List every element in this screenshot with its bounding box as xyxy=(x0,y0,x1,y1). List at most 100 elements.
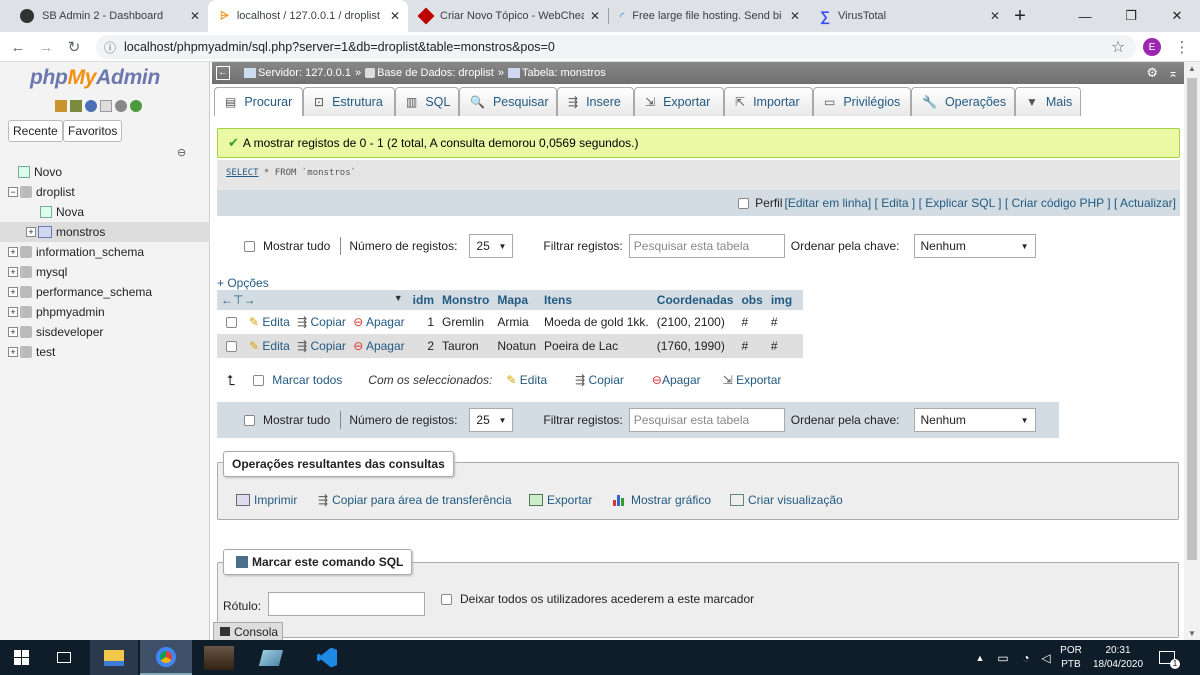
recent-button[interactable]: Recente xyxy=(8,120,63,142)
create-view-link[interactable]: Criar visualização xyxy=(730,493,843,507)
sql-action-links[interactable]: [Editar em linha] [ Edita ] [ Explicar S… xyxy=(785,196,1177,210)
tab-privileges[interactable]: ▭ Privilégios xyxy=(813,87,911,116)
close-icon[interactable]: ✕ xyxy=(990,9,1000,23)
close-icon[interactable]: ✕ xyxy=(390,9,400,23)
tray-expand-icon[interactable]: ▲ xyxy=(972,640,988,675)
tab-structure[interactable]: ⊡ Estrutura xyxy=(303,87,395,116)
cell-monstro[interactable]: Gremlin xyxy=(438,310,494,334)
collapse-panel-icon[interactable]: ← xyxy=(216,66,230,80)
close-window-button[interactable]: ✕ xyxy=(1154,0,1200,32)
tab-browse[interactable]: ▤ Procurar xyxy=(214,87,303,116)
vscode-icon[interactable] xyxy=(302,640,352,675)
expand-icon[interactable]: + xyxy=(26,227,36,237)
file-explorer-icon[interactable] xyxy=(90,640,138,675)
tree-item-performance-schema[interactable]: + performance_schema xyxy=(0,282,210,302)
cell-obs[interactable]: # xyxy=(737,310,767,334)
tree-item-test[interactable]: + test xyxy=(0,342,210,362)
bulk-copy-button[interactable]: ⇶ Copiar xyxy=(575,373,624,387)
expand-icon[interactable]: + xyxy=(8,307,18,317)
sql-keyword-select[interactable]: SELECT xyxy=(226,168,259,178)
browser-tab[interactable]: ◜ Free large file hosting. Send bi ✕ xyxy=(608,0,808,32)
options-link[interactable]: + Opções xyxy=(217,276,269,290)
star-icon[interactable]: ☆ xyxy=(1108,37,1128,57)
tree-item-new[interactable]: Novo xyxy=(0,162,210,182)
scrollbar[interactable]: ▲ ▼ xyxy=(1184,62,1200,640)
link-icon[interactable]: ⊖ xyxy=(177,146,186,159)
tree-item-mysql[interactable]: + mysql xyxy=(0,262,210,282)
tree-item-new-table[interactable]: Nova xyxy=(0,202,210,222)
copy-row-button[interactable]: ⇶ Copiar xyxy=(297,339,346,353)
notes-app-icon[interactable] xyxy=(246,640,296,675)
wifi-icon[interactable]: ◔ xyxy=(1016,640,1036,675)
check-all-checkbox[interactable] xyxy=(253,374,265,386)
minimize-button[interactable]: — xyxy=(1062,0,1108,32)
bulk-export-button[interactable]: ⇲ Exportar xyxy=(723,373,782,387)
menu-icon[interactable]: ⋮ xyxy=(1172,37,1192,57)
profile-checkbox[interactable] xyxy=(738,197,750,209)
expand-icon[interactable]: + xyxy=(8,267,18,277)
row-checkbox[interactable] xyxy=(226,341,237,353)
edit-row-button[interactable]: ✎ Edita xyxy=(249,315,290,329)
copy-row-button[interactable]: ⇶ Copiar xyxy=(297,315,346,329)
column-header[interactable]: Coordenadas xyxy=(652,290,738,310)
edit-row-button[interactable]: ✎ Edita xyxy=(249,339,290,353)
rows-select[interactable]: 25 ▼ xyxy=(469,408,514,432)
game-app-icon[interactable] xyxy=(194,640,244,675)
row-checkbox[interactable] xyxy=(226,317,237,329)
tab-import[interactable]: ⇱ Importar xyxy=(724,87,813,116)
url-input[interactable]: ⓘ localhost/phpmyadmin/sql.php?server=1&… xyxy=(96,35,1136,59)
cell-itens[interactable]: Moeda de gold 1kk. xyxy=(540,310,653,334)
scroll-down-icon[interactable]: ▼ xyxy=(1188,629,1196,638)
new-tab-button[interactable]: + xyxy=(1000,0,1040,32)
reload-icon[interactable]: ↻ xyxy=(64,37,84,57)
clock[interactable]: 20:31 18/04/2020 xyxy=(1088,640,1148,675)
expand-icon[interactable]: + xyxy=(8,287,18,297)
sort-select[interactable]: Nenhum ▼ xyxy=(913,234,1036,258)
home-icon[interactable] xyxy=(55,100,67,112)
close-icon[interactable]: ✕ xyxy=(590,9,600,23)
column-header[interactable]: img xyxy=(766,290,803,310)
delete-row-button[interactable]: ⊖ Apagar xyxy=(353,315,404,329)
rows-select[interactable]: 25 ▼ xyxy=(469,234,514,258)
share-bookmark-checkbox[interactable] xyxy=(441,593,452,605)
column-header[interactable]: Mapa xyxy=(493,290,541,310)
scroll-thumb[interactable] xyxy=(1187,78,1197,560)
browser-tab[interactable]: ∑ VirusTotal ✕ xyxy=(808,0,1008,32)
show-all-checkbox[interactable] xyxy=(244,414,255,426)
cell-img[interactable]: # xyxy=(766,334,803,358)
show-all-checkbox[interactable] xyxy=(244,240,255,252)
breadcrumb-server[interactable]: Servidor: 127.0.0.1 xyxy=(258,67,351,79)
sort-select[interactable]: Nenhum ▼ xyxy=(913,408,1036,432)
column-header[interactable]: Itens xyxy=(540,290,653,310)
cell-img[interactable]: # xyxy=(766,310,803,334)
maximize-button[interactable]: ❐ xyxy=(1108,0,1154,32)
task-view-icon[interactable] xyxy=(42,640,86,675)
chrome-icon[interactable] xyxy=(140,640,192,675)
close-icon[interactable]: ✕ xyxy=(190,9,200,23)
tree-item-phpmyadmin[interactable]: + phpmyadmin xyxy=(0,302,210,322)
tab-insert[interactable]: ⇶ Insere xyxy=(557,87,634,116)
bulk-edit-button[interactable]: ✎ Edita xyxy=(506,373,547,387)
cell-mapa[interactable]: Armia xyxy=(493,310,541,334)
delete-row-button[interactable]: ⊖ Apagar xyxy=(353,339,404,353)
help-icon[interactable] xyxy=(85,100,97,112)
tab-more[interactable]: ▼ Mais xyxy=(1015,87,1081,116)
export-link[interactable]: Exportar xyxy=(529,493,592,507)
volume-icon[interactable]: ◁ xyxy=(1036,640,1056,675)
cell-itens[interactable]: Poeira de Lac xyxy=(540,334,653,358)
cell-mapa[interactable]: Noatun xyxy=(493,334,541,358)
tab-search[interactable]: 🔍 Pesquisar xyxy=(459,87,557,116)
windows-start-icon[interactable] xyxy=(0,640,42,675)
tab-sql[interactable]: ▥ SQL xyxy=(395,87,459,116)
tree-item-information-schema[interactable]: + information_schema xyxy=(0,242,210,262)
cell-monstro[interactable]: Tauron xyxy=(438,334,494,358)
check-all-label[interactable]: Marcar todos xyxy=(272,373,342,387)
column-arrows-header[interactable]: ←⊤→ ▼ xyxy=(217,290,409,310)
breadcrumb-database[interactable]: Base de Dados: droplist xyxy=(377,67,494,79)
phpmyadmin-logo[interactable]: phpMyAdmin xyxy=(30,66,160,90)
expand-icon[interactable]: + xyxy=(8,347,18,357)
reload-nav-icon[interactable] xyxy=(130,100,142,112)
bookmark-label-input[interactable] xyxy=(268,592,425,616)
back-icon[interactable]: ← xyxy=(8,37,28,57)
favorites-button[interactable]: Favoritos xyxy=(63,120,123,142)
